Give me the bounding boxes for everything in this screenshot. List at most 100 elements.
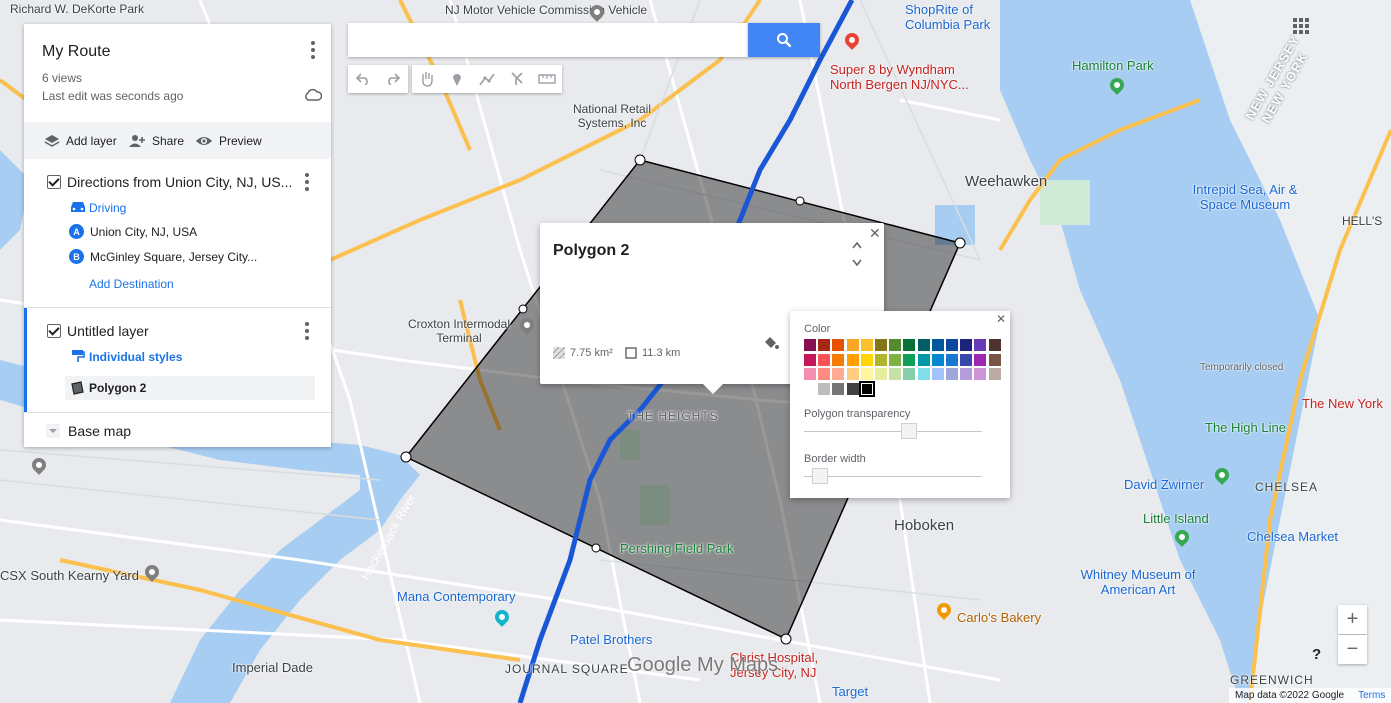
chevron-down-icon[interactable] [46, 424, 60, 438]
color-swatch[interactable] [889, 353, 902, 366]
map-label[interactable]: The High Line [1205, 420, 1286, 435]
untitled-layer-title[interactable]: Untitled layer [67, 323, 149, 339]
undo-button[interactable] [348, 65, 378, 93]
map-label[interactable]: Little Island [1143, 511, 1209, 526]
color-swatch[interactable] [946, 339, 958, 351]
untitled-layer-options-icon[interactable] [302, 321, 312, 341]
color-swatch[interactable] [804, 368, 816, 380]
color-swatch[interactable] [860, 339, 873, 351]
color-swatch[interactable] [818, 353, 831, 366]
preview-button[interactable]: Preview [195, 122, 262, 159]
transparency-slider-track[interactable] [804, 431, 982, 432]
color-swatch[interactable] [818, 339, 831, 351]
map-label[interactable]: Target [832, 684, 868, 699]
color-swatch[interactable] [889, 339, 902, 351]
color-swatch[interactable] [960, 353, 973, 366]
info-window-title[interactable]: Polygon 2 [553, 242, 629, 260]
map-label[interactable]: Pershing Field Park [620, 541, 733, 556]
color-swatch[interactable] [917, 339, 930, 351]
redo-button[interactable] [378, 65, 408, 93]
color-swatch[interactable] [875, 368, 887, 380]
add-destination-link[interactable]: Add Destination [89, 277, 174, 291]
color-swatch[interactable] [988, 339, 1001, 351]
base-map-label[interactable]: Base map [68, 423, 131, 439]
color-swatch[interactable] [832, 353, 845, 366]
map-label[interactable]: Super 8 by Wyndham North Bergen NJ/NYC..… [830, 62, 990, 92]
map-label[interactable]: CSX South Kearny Yard [0, 568, 139, 583]
draw-line-tool[interactable] [472, 65, 502, 93]
paint-bucket-icon[interactable] [762, 335, 780, 351]
map-label[interactable]: Richard W. DeKorte Park [10, 2, 144, 16]
color-swatch[interactable] [974, 339, 987, 351]
color-swatch[interactable] [988, 353, 1001, 366]
add-layer-button[interactable]: Add layer [44, 122, 117, 159]
terms-link[interactable]: Terms [1358, 690, 1385, 701]
color-swatch[interactable] [974, 368, 987, 380]
border-width-slider-track[interactable] [804, 476, 982, 477]
color-swatch[interactable] [946, 353, 958, 366]
color-swatch[interactable] [974, 353, 987, 366]
color-swatch[interactable] [860, 368, 873, 380]
info-close-icon[interactable]: ✕ [869, 226, 881, 240]
style-close-icon[interactable]: ✕ [996, 313, 1006, 325]
directions-layer-checkbox[interactable] [47, 175, 61, 189]
map-title[interactable]: My Route [42, 43, 110, 61]
color-swatch[interactable] [818, 382, 831, 395]
chevron-up-icon[interactable] [852, 241, 862, 249]
directions-layer-title[interactable]: Directions from Union City, NJ, US... [67, 174, 292, 190]
color-swatch[interactable] [889, 368, 902, 380]
color-swatch[interactable] [846, 368, 859, 380]
map-label[interactable]: National Retail Systems, Inc [562, 102, 662, 130]
driving-mode-link[interactable]: Driving [89, 201, 126, 215]
transparency-slider-thumb[interactable] [901, 423, 918, 439]
color-swatch[interactable] [917, 353, 930, 366]
color-swatch[interactable] [804, 382, 816, 395]
color-swatch[interactable] [818, 368, 831, 380]
color-swatch[interactable] [931, 339, 944, 351]
help-icon[interactable]: ? [1312, 646, 1321, 663]
color-swatch[interactable] [846, 339, 859, 351]
individual-styles-link[interactable]: Individual styles [89, 350, 182, 364]
color-swatch[interactable] [832, 368, 845, 380]
waypoint-a[interactable]: A Union City, NJ, USA [69, 224, 197, 239]
add-marker-tool[interactable] [442, 65, 472, 93]
color-swatch[interactable] [960, 339, 973, 351]
map-label[interactable]: NJ Motor Vehicle Commission Vehicle [445, 3, 647, 17]
chevron-down-icon[interactable] [852, 259, 862, 267]
zoom-out-button[interactable]: − [1338, 635, 1367, 664]
color-swatch[interactable] [988, 368, 1001, 380]
map-options-kebab-icon[interactable] [308, 40, 318, 60]
search-button[interactable] [748, 23, 820, 57]
color-swatch[interactable] [846, 382, 859, 395]
map-label[interactable]: Croxton Intermodal Terminal [394, 317, 524, 345]
color-swatch[interactable] [931, 368, 944, 380]
map-label[interactable]: Imperial Dade [232, 660, 313, 675]
measure-tool[interactable] [532, 65, 562, 93]
color-swatch[interactable] [804, 339, 816, 351]
color-swatch[interactable] [903, 353, 916, 366]
share-button[interactable]: Share [128, 122, 184, 159]
color-swatch[interactable] [846, 353, 859, 366]
border-width-slider-thumb[interactable] [812, 468, 829, 484]
untitled-layer-checkbox[interactable] [47, 324, 61, 338]
map-label[interactable]: Hoboken [894, 517, 954, 534]
color-swatch[interactable] [875, 353, 887, 366]
map-label[interactable]: The New York [1302, 396, 1383, 411]
map-label[interactable]: Hamilton Park [1072, 58, 1154, 73]
color-swatch[interactable] [903, 339, 916, 351]
map-label[interactable]: Carlo's Bakery [957, 610, 1041, 625]
color-swatch[interactable] [875, 339, 887, 351]
color-swatch[interactable] [832, 382, 845, 395]
select-hand-tool[interactable] [412, 65, 442, 93]
map-label[interactable]: Intrepid Sea, Air & Space Museum [1185, 182, 1305, 212]
polygon-2-list-item[interactable]: Polygon 2 [65, 376, 315, 400]
map-label[interactable]: Mana Contemporary [397, 589, 516, 604]
color-swatch[interactable] [858, 380, 875, 397]
color-swatch[interactable] [931, 353, 944, 366]
directions-layer-options-icon[interactable] [302, 172, 312, 192]
zoom-in-button[interactable]: + [1338, 605, 1367, 634]
color-swatch[interactable] [832, 339, 845, 351]
map-label[interactable]: David Zwirner [1124, 477, 1204, 492]
map-label[interactable]: ShopRite of Columbia Park [905, 2, 1005, 32]
map-label[interactable]: Patel Brothers [570, 632, 652, 647]
